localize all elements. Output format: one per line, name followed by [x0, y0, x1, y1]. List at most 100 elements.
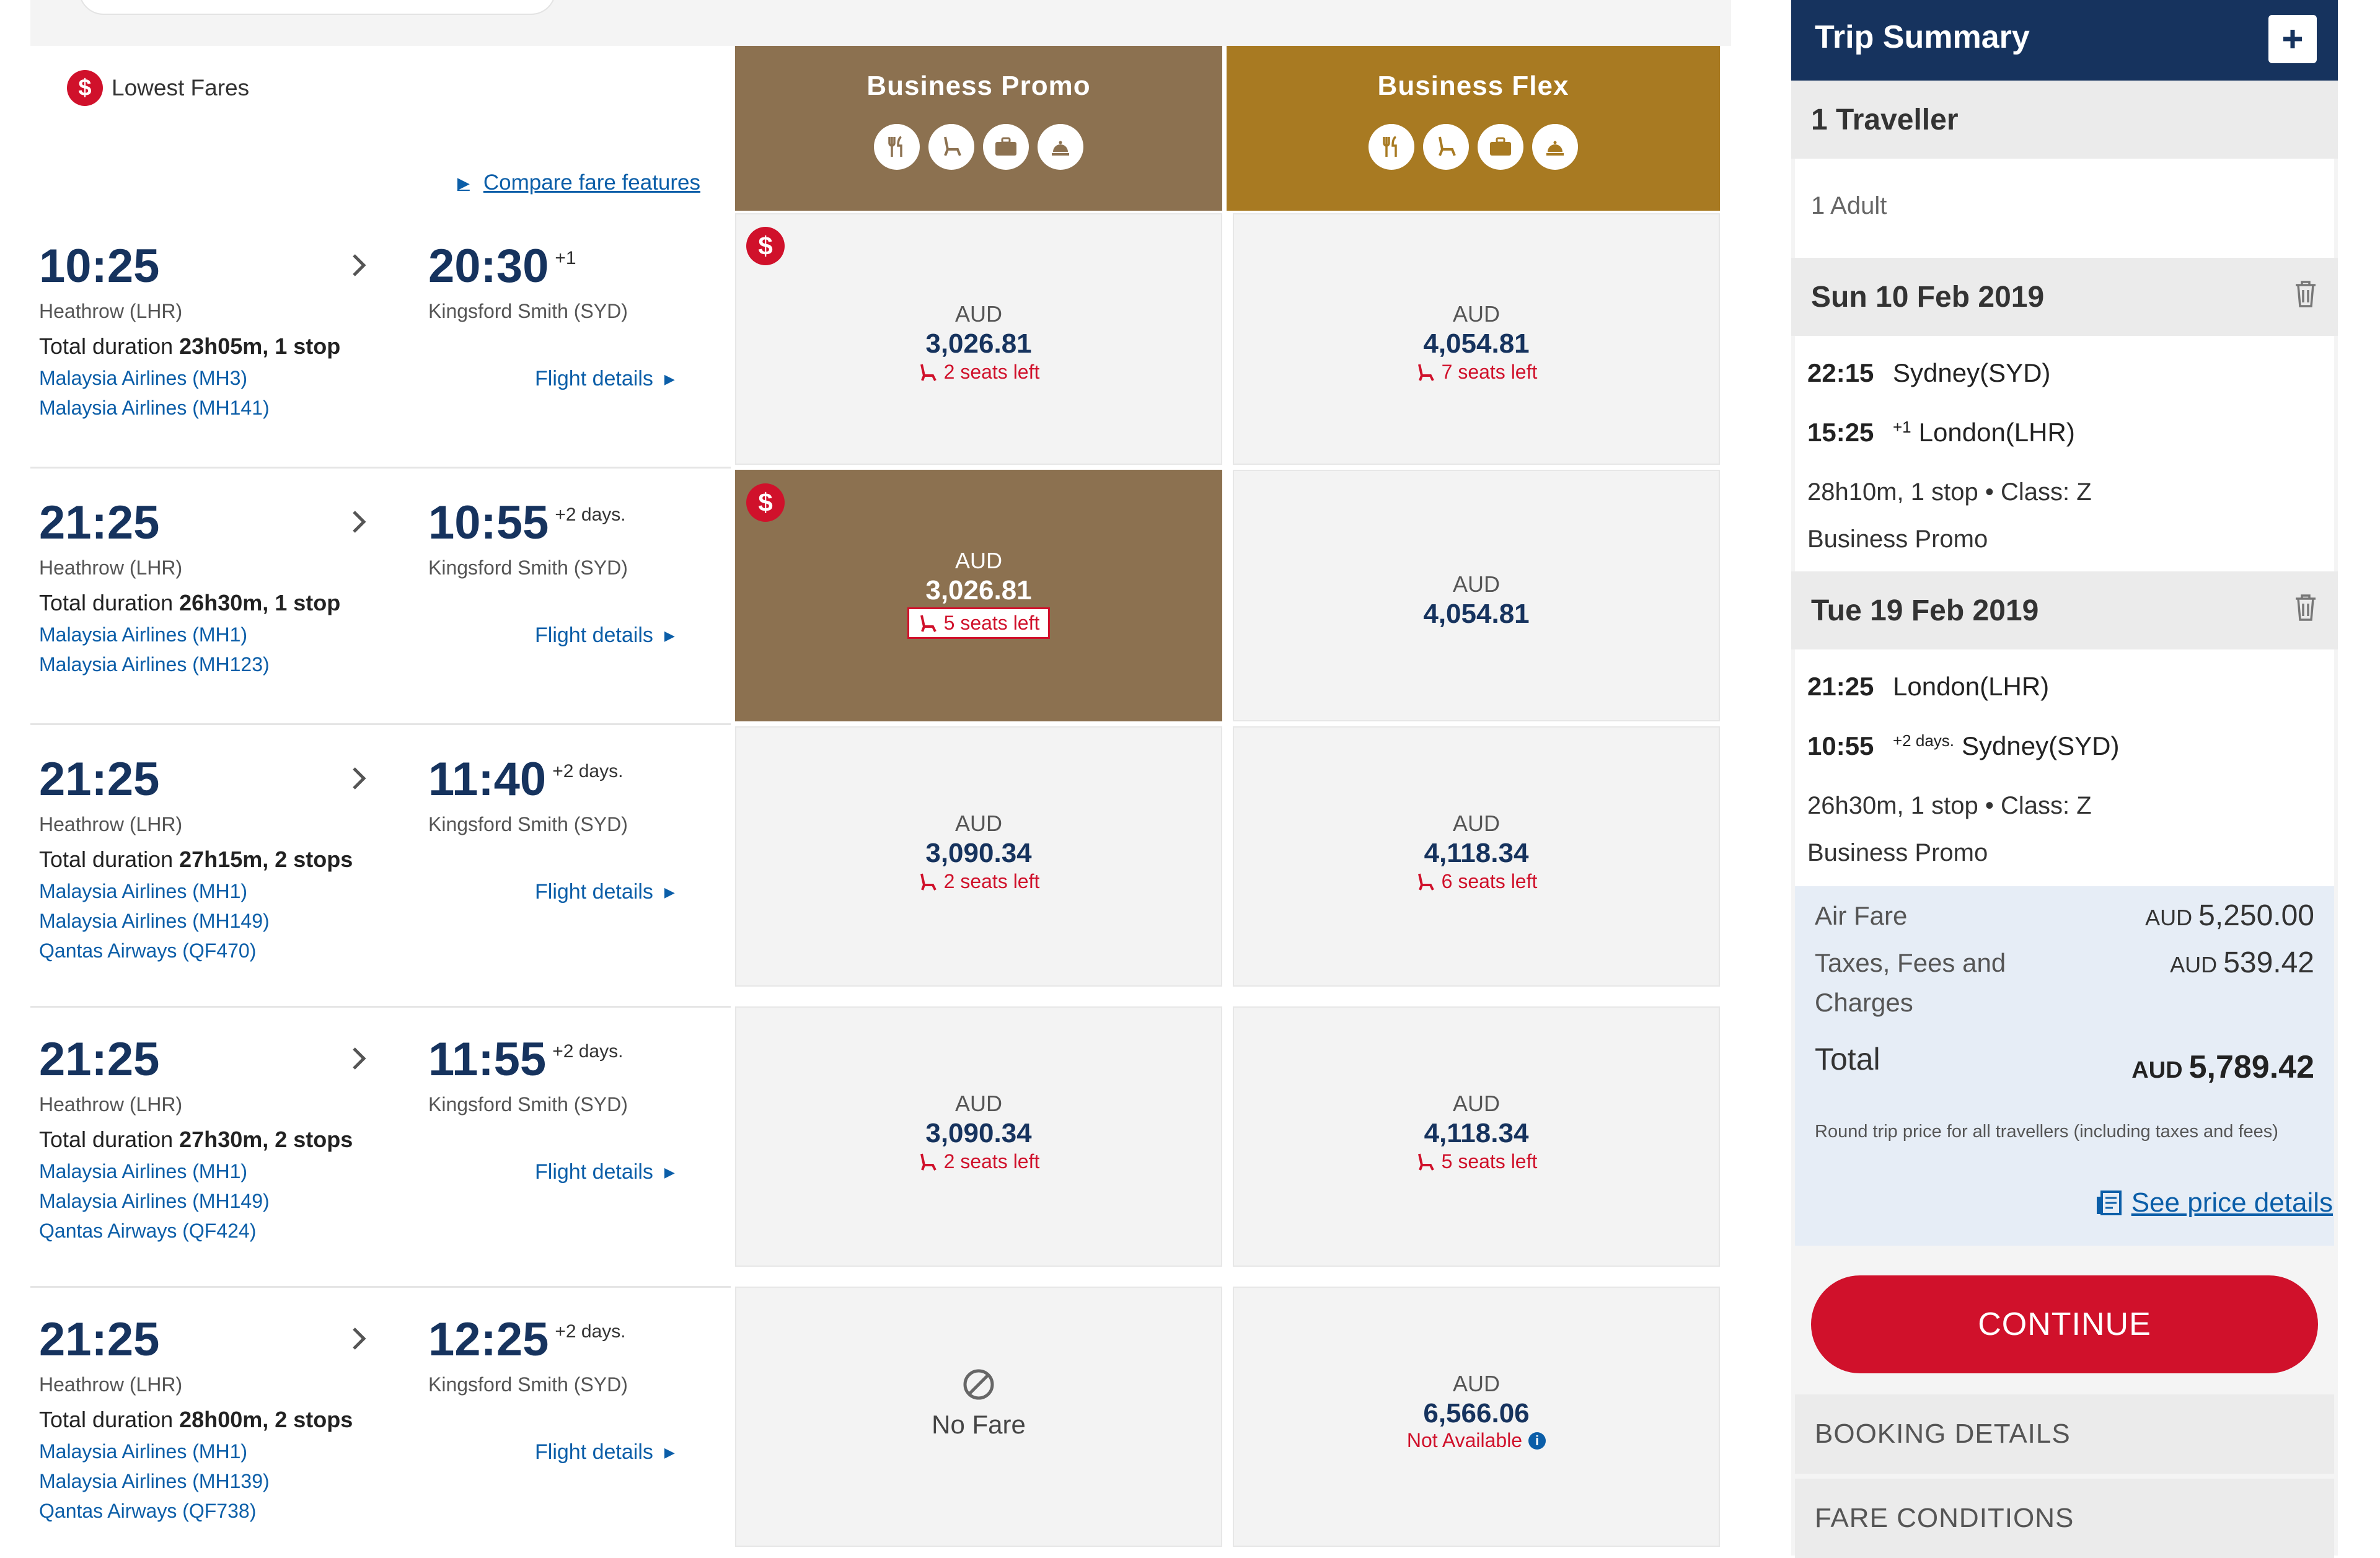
- fare-cell-business-promo[interactable]: AUD 3,090.34 2 seats left: [735, 1006, 1222, 1267]
- airline-link[interactable]: Qantas Airways (QF738): [39, 1500, 256, 1523]
- outbound-fare: Business Promo: [1807, 526, 1988, 553]
- seat-icon: [920, 615, 937, 632]
- fare-conditions-section[interactable]: FARE CONDITIONS: [1795, 1479, 2334, 1558]
- seats-left-label: 5 seats left: [1441, 1150, 1538, 1173]
- flight-details-link[interactable]: Flight details ▶: [535, 623, 675, 648]
- not-available[interactable]: Not Available i: [1407, 1429, 1546, 1452]
- seats-left: 2 seats left: [918, 870, 1039, 893]
- trash-icon[interactable]: [2292, 592, 2319, 623]
- no-fare-icon: [736, 1367, 1221, 1405]
- flight-row[interactable]: 21:25 11:55 +2 days. Heathrow (LHR) Kings…: [30, 1008, 731, 1288]
- flight-row[interactable]: 21:25 10:55 +2 days. Heathrow (LHR) Kings…: [30, 471, 731, 725]
- arrival-time: 20:30 +1: [428, 239, 576, 293]
- airline-link[interactable]: Malaysia Airlines (MH1): [39, 1440, 247, 1463]
- seat-icon: [1417, 364, 1434, 381]
- departure-time: 21:25: [39, 753, 160, 806]
- fare-cell-business-flex[interactable]: AUD 4,118.34 5 seats left: [1233, 1006, 1720, 1267]
- info-icon[interactable]: i: [1528, 1432, 1546, 1450]
- flight-details-link[interactable]: Flight details ▶: [535, 1440, 675, 1464]
- flight-details-link[interactable]: Flight details ▶: [535, 367, 675, 391]
- lounge-icon: [1038, 124, 1083, 170]
- chevron-right-icon: [353, 1327, 366, 1350]
- airline-link[interactable]: Malaysia Airlines (MH1): [39, 880, 247, 903]
- fare-cell-business-flex[interactable]: AUD 4,118.34 6 seats left: [1233, 726, 1720, 987]
- total-label: Total: [1815, 1042, 1880, 1076]
- airline-link[interactable]: Malaysia Airlines (MH149): [39, 910, 270, 933]
- caret-right-icon: ▶: [457, 173, 470, 192]
- seats-left-label: 6 seats left: [1441, 870, 1538, 892]
- flight-row[interactable]: 10:25 20:30 +1 Heathrow (LHR) Kingsford S…: [30, 214, 731, 469]
- caret-right-icon: ▶: [664, 371, 675, 387]
- arrival-time-value: 11:55: [428, 1033, 547, 1086]
- seats-left: 2 seats left: [918, 1150, 1039, 1173]
- trash-icon[interactable]: [2292, 279, 2319, 310]
- airline-link[interactable]: Malaysia Airlines (MH139): [39, 1470, 270, 1493]
- fare-cell-business-promo[interactable]: AUD 3,090.34 2 seats left: [735, 726, 1222, 987]
- day-offset: +2 days.: [555, 1321, 626, 1342]
- airline-link[interactable]: Qantas Airways (QF470): [39, 940, 256, 962]
- departure-time: 21:25: [39, 1313, 160, 1366]
- fare-header-business-promo[interactable]: Business Promo: [735, 46, 1222, 211]
- airline-link[interactable]: Malaysia Airlines (MH1): [39, 623, 247, 646]
- plus-icon: [2283, 30, 2302, 48]
- compare-fare-features-link[interactable]: ▶ Compare fare features: [457, 170, 700, 195]
- compare-link-label[interactable]: Compare fare features: [483, 170, 700, 195]
- top-strip: [30, 0, 1731, 46]
- air-fare-value: AUD 5,250.00: [2145, 899, 2314, 933]
- continue-button[interactable]: CONTINUE: [1811, 1275, 2318, 1373]
- departure-time: 10:25: [39, 240, 160, 293]
- inbound-info: 26h30m, 1 stop • Class: Z: [1807, 792, 2092, 819]
- flight-row[interactable]: 21:25 12:25 +2 days. Heathrow (LHR) Kings…: [30, 1288, 731, 1556]
- flight-details-link[interactable]: Flight details ▶: [535, 1160, 675, 1184]
- outbound-date-heading: Sun 10 Feb 2019: [1791, 258, 2338, 336]
- seats-left-label: 7 seats left: [1441, 361, 1538, 383]
- fare-header-business-flex[interactable]: Business Flex: [1227, 46, 1720, 211]
- outbound-date: Sun 10 Feb 2019: [1811, 280, 2045, 314]
- flight-details-label[interactable]: Flight details: [535, 623, 653, 648]
- outbound-section: 22:15 Sydney(SYD) 15:25 +1 London(LHR) 28…: [1795, 336, 2334, 571]
- seat-icon: [1417, 1153, 1434, 1171]
- fare-cell-business-promo-selected[interactable]: $ AUD 3,026.81 5 seats left: [735, 470, 1222, 721]
- seat-icon: [920, 364, 937, 381]
- departure-airport: Heathrow (LHR): [39, 1373, 183, 1396]
- total-duration: Total duration 27h15m, 2 stops: [39, 847, 353, 873]
- fare-cell-business-flex[interactable]: AUD 4,054.81 7 seats left: [1233, 213, 1720, 465]
- see-price-details-link[interactable]: See price details: [2094, 1187, 2333, 1218]
- airline-link[interactable]: Malaysia Airlines (MH123): [39, 653, 270, 676]
- inbound-section: 21:25 London(LHR) 10:55 +2 days. Sydney(S…: [1795, 649, 2334, 886]
- booking-details-section[interactable]: BOOKING DETAILS: [1795, 1394, 2334, 1474]
- fare-amount: 4,054.81: [1423, 599, 1530, 629]
- airline-link[interactable]: Malaysia Airlines (MH1): [39, 1160, 247, 1183]
- departure-airport: Heathrow (LHR): [39, 557, 183, 579]
- lowest-fare-icon: $: [746, 227, 785, 265]
- fare-cell-business-promo[interactable]: $ AUD 3,026.81 2 seats left: [735, 213, 1222, 465]
- departure-time: 21:25: [39, 1033, 160, 1086]
- seats-left: 7 seats left: [1416, 361, 1538, 384]
- day-offset: +2 days.: [552, 761, 624, 781]
- flight-details-label[interactable]: Flight details: [535, 1440, 653, 1464]
- fare-amount: 3,090.34: [925, 1118, 1032, 1148]
- chevron-right-icon: [353, 254, 366, 276]
- flight-row[interactable]: 21:25 11:40 +2 days. Heathrow (LHR) Kings…: [30, 728, 731, 1008]
- fare-cell-business-flex[interactable]: AUD 4,054.81: [1233, 470, 1720, 721]
- fare-cell-business-flex[interactable]: AUD 6,566.06 Not Available i: [1233, 1287, 1720, 1547]
- day-offset: +2 days.: [555, 504, 626, 525]
- expand-button[interactable]: [2268, 15, 2317, 63]
- airline-link[interactable]: Malaysia Airlines (MH149): [39, 1190, 270, 1213]
- airline-link[interactable]: Malaysia Airlines (MH3): [39, 367, 247, 390]
- caret-right-icon: ▶: [664, 884, 675, 900]
- airline-link[interactable]: Qantas Airways (QF424): [39, 1220, 256, 1243]
- fare-feature-icons: [735, 124, 1222, 170]
- fare-amount: 4,118.34: [1424, 838, 1529, 868]
- total-amount: 5,789.42: [2188, 1049, 2314, 1085]
- airline-link[interactable]: Malaysia Airlines (MH141): [39, 397, 270, 420]
- flight-details-label[interactable]: Flight details: [535, 1160, 653, 1184]
- see-price-details-label[interactable]: See price details: [2131, 1187, 2333, 1218]
- flight-details-label[interactable]: Flight details: [535, 880, 653, 904]
- flight-details-link[interactable]: Flight details ▶: [535, 880, 675, 904]
- flight-details-label[interactable]: Flight details: [535, 367, 653, 391]
- fare-amount: 3,026.81: [925, 328, 1032, 359]
- date-tab[interactable]: [79, 0, 556, 15]
- inbound-arrival-time: 10:55: [1807, 731, 1874, 760]
- arrival-time-value: 11:40: [428, 753, 547, 806]
